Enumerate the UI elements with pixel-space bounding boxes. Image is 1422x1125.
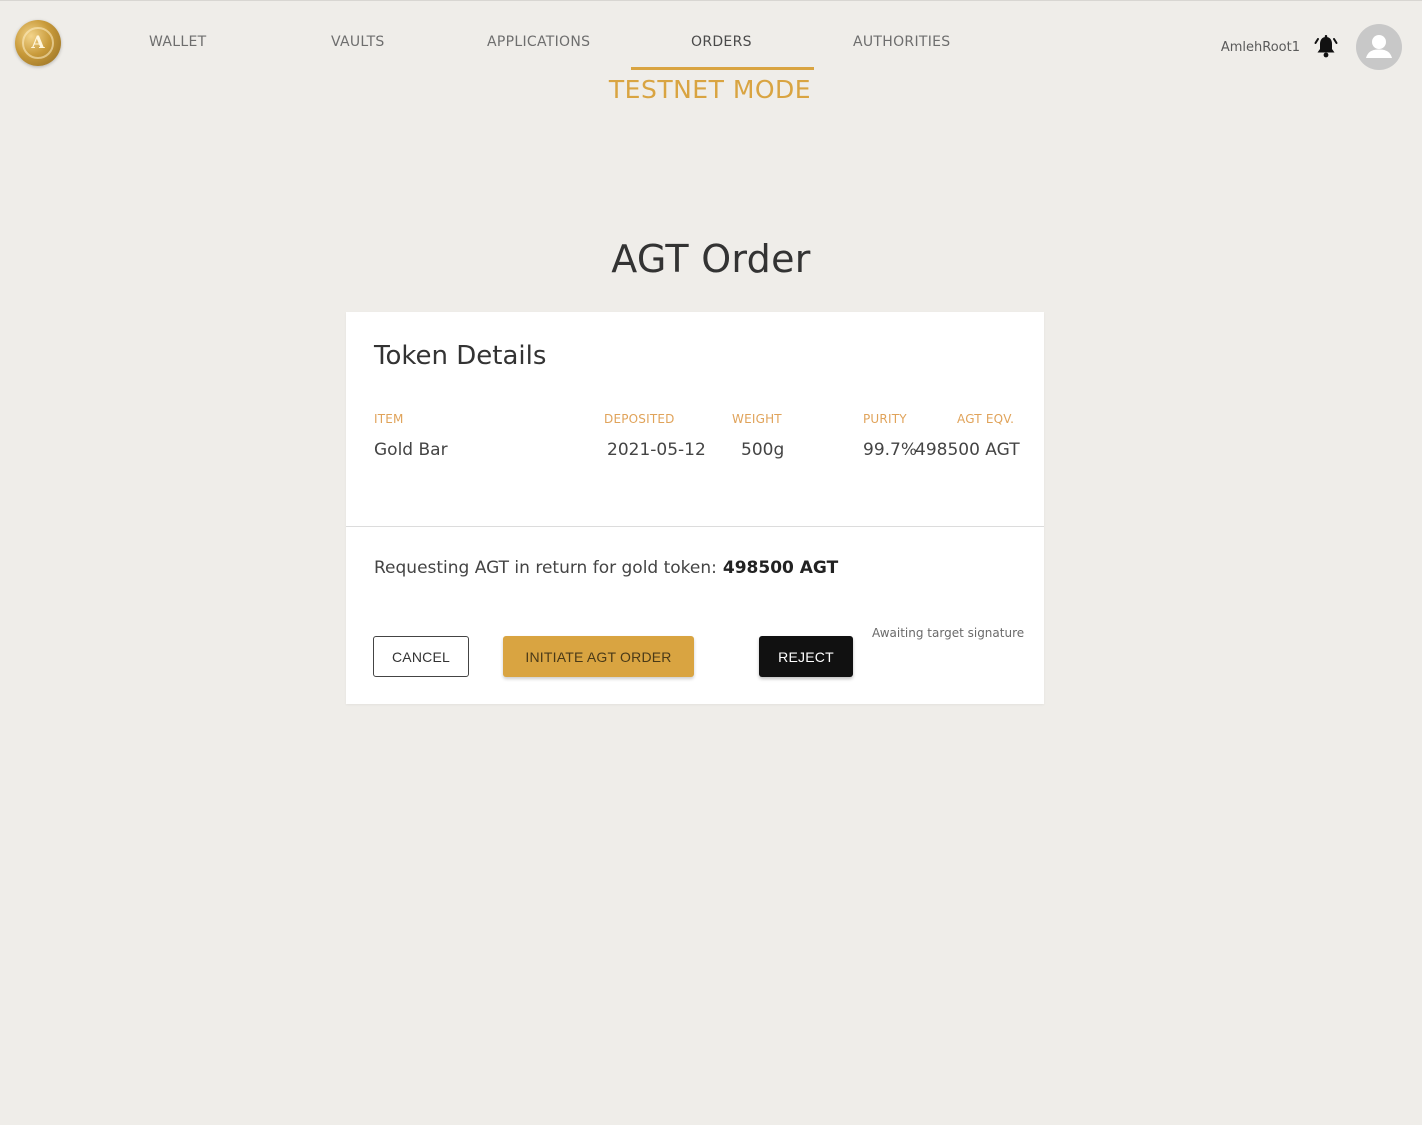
request-summary: Requesting AGT in return for gold token:…	[374, 558, 838, 578]
column-header-deposited: DEPOSITED	[604, 412, 675, 426]
column-header-weight: WEIGHT	[732, 412, 782, 426]
user-avatar-icon[interactable]	[1356, 24, 1402, 70]
column-header-purity: PURITY	[863, 412, 907, 426]
reject-button[interactable]: REJECT	[759, 636, 853, 677]
cell-agt-eqv: 498500 AGT	[915, 440, 1020, 460]
cancel-button[interactable]: CANCEL	[373, 636, 469, 677]
nav-vaults[interactable]: VAULTS	[331, 34, 385, 54]
card-title: Token Details	[374, 341, 547, 371]
cell-weight: 500g	[741, 440, 785, 460]
cell-purity: 99.7%	[863, 440, 918, 460]
column-header-item: ITEM	[374, 412, 404, 426]
token-details-card: Token Details ITEM DEPOSITED WEIGHT PURI…	[346, 312, 1044, 704]
testnet-mode-banner: TESTNET MODE	[608, 75, 812, 104]
status-text: Awaiting target signature	[872, 626, 1025, 640]
active-nav-indicator	[631, 67, 814, 70]
nav-authorities[interactable]: AUTHORITIES	[853, 34, 951, 54]
username-label[interactable]: AmlehRoot1	[1221, 40, 1300, 55]
cell-deposited: 2021-05-12	[607, 440, 706, 460]
nav-applications[interactable]: APPLICATIONS	[487, 34, 590, 54]
card-divider	[346, 526, 1044, 527]
bell-icon[interactable]	[1313, 34, 1339, 60]
page-title: AGT Order	[611, 237, 811, 281]
logo-letter: A	[22, 27, 54, 59]
request-amount: 498500 AGT	[722, 558, 839, 578]
cell-item: Gold Bar	[374, 440, 448, 460]
request-text: Requesting AGT in return for gold token:	[374, 558, 717, 578]
column-header-agt-eqv: AGT EQV.	[957, 412, 1015, 426]
nav-orders[interactable]: ORDERS	[691, 34, 752, 54]
app-logo[interactable]: A	[15, 20, 61, 66]
nav-wallet[interactable]: WALLET	[149, 34, 206, 54]
initiate-agt-order-button[interactable]: INITIATE AGT ORDER	[503, 636, 694, 677]
